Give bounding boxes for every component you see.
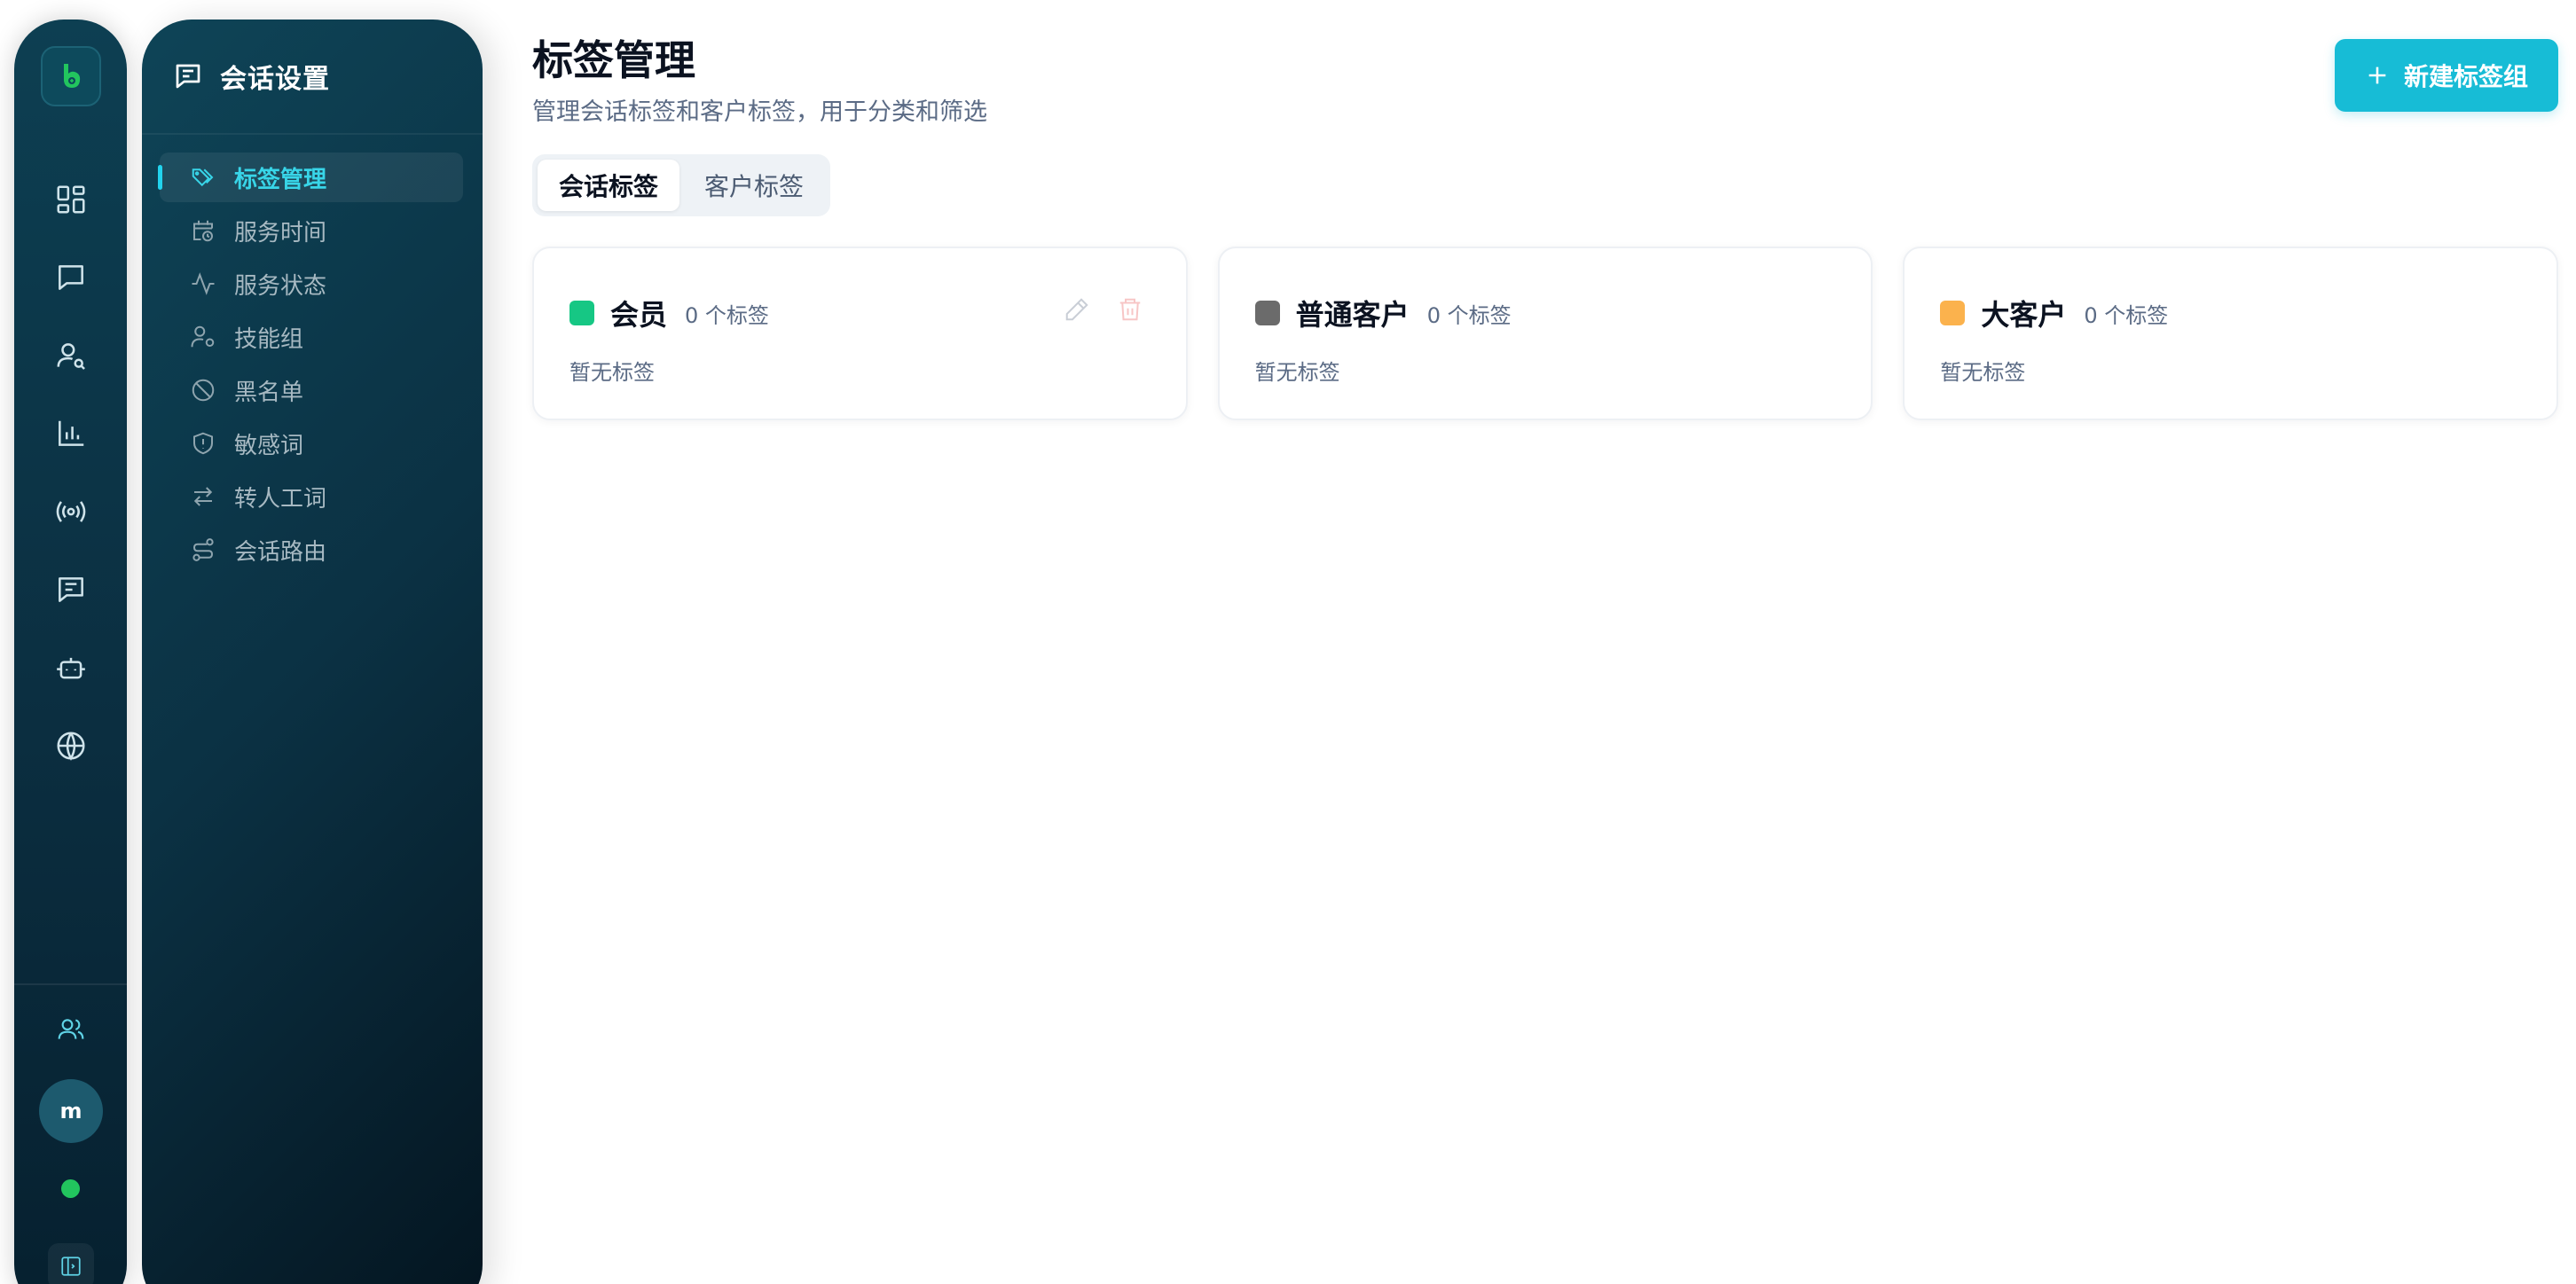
avatar[interactable]: m [39, 1079, 103, 1143]
tag-group-name: 会员 [610, 298, 668, 332]
sidebar-item-label: 黑名单 [234, 379, 304, 406]
message-settings-icon [176, 64, 200, 89]
card-actions [1064, 296, 1143, 323]
chat-bubble-icon[interactable] [43, 250, 98, 305]
tag-count: 0 个标签 [1426, 302, 1512, 328]
settings-sidebar: 会话设置 标签管理 服务时间 服务状态 技能组 黑名单 敏感词 转人工词 会话路… [142, 20, 483, 1284]
sidebar-item-session-routing[interactable]: 会话路由 [160, 525, 463, 575]
bar-chart-icon[interactable] [43, 406, 98, 461]
rail-divider [14, 983, 127, 985]
online-status-dot [61, 1179, 80, 1198]
tag-type-tabs: 会话标签 客户标签 [532, 154, 831, 216]
activity-icon [192, 272, 215, 295]
globe-icon[interactable] [43, 718, 98, 773]
icon-rail: m [14, 20, 127, 1284]
user-cog-icon [191, 325, 215, 348]
delete-icon[interactable] [1117, 296, 1143, 323]
tag-count: 0 个标签 [2084, 302, 2169, 328]
new-tag-group-button[interactable]: 新建标签组 [2335, 39, 2558, 112]
sidebar-item-sensitive-words[interactable]: 敏感词 [160, 419, 463, 468]
dashboard-grid-icon[interactable] [43, 172, 98, 227]
sidebar-divider [142, 133, 483, 135]
app-logo-icon[interactable] [41, 46, 101, 106]
tab-session-tags[interactable]: 会话标签 [538, 160, 680, 211]
broadcast-icon[interactable] [43, 484, 98, 539]
empty-tags-text: 暂无标签 [1940, 360, 2026, 385]
sidebar-item-label: 服务状态 [234, 272, 327, 300]
calendar-clock-icon [193, 220, 213, 242]
sidebar-item-label: 转人工词 [234, 485, 327, 513]
sidebar-item-skill-groups[interactable]: 技能组 [160, 312, 463, 362]
tab-customer-tags[interactable]: 客户标签 [683, 160, 825, 211]
tag-count: 0 个标签 [685, 302, 769, 328]
arrows-swap-icon [193, 487, 213, 506]
message-square-icon[interactable] [43, 562, 98, 617]
users-icon[interactable] [43, 1002, 98, 1057]
page-subtitle: 管理会话标签和客户标签，用于分类和筛选 [532, 98, 987, 126]
empty-tags-text: 暂无标签 [1254, 360, 1340, 385]
empty-tags-text: 暂无标签 [569, 360, 655, 385]
sidebar-item-label: 技能组 [234, 325, 304, 353]
ban-icon [192, 379, 215, 402]
tag-group-card-regular-customer: 普通客户 0 个标签 暂无标签 [1217, 247, 1873, 420]
tag-group-card-member: 会员 0 个标签 暂无标签 [532, 247, 1188, 420]
tag-group-card-key-account: 大客户 0 个标签 暂无标签 [1903, 247, 2559, 420]
tag-group-list: 会员 0 个标签 暂无标签 普通客户 0 个标签 暂无标签 大客户 0 个标签 … [532, 247, 2559, 420]
tag-group-name: 大客户 [1981, 298, 2067, 332]
plus-icon [2368, 67, 2386, 84]
sidebar-item-blacklist[interactable]: 黑名单 [160, 365, 463, 415]
tag-group-name: 普通客户 [1295, 298, 1410, 332]
sidebar-item-service-status[interactable]: 服务状态 [160, 259, 463, 309]
user-search-icon[interactable] [43, 328, 98, 383]
new-tag-group-label: 新建标签组 [2403, 62, 2528, 91]
main-content: 标签管理 管理会话标签和客户标签，用于分类和筛选 新建标签组 会话标签 客户标签… [532, 0, 2576, 1284]
sidebar-header: 会话设置 [172, 57, 330, 96]
edit-icon[interactable] [1064, 296, 1090, 323]
robot-icon[interactable] [43, 640, 98, 695]
sidebar-item-service-hours[interactable]: 服务时间 [160, 206, 463, 255]
group-color-swatch [1940, 301, 1966, 325]
sidebar-item-transfer-words[interactable]: 转人工词 [160, 472, 463, 521]
sidebar-title: 会话设置 [220, 64, 330, 95]
sidebar-toggle-icon[interactable] [48, 1243, 94, 1284]
tags-icon [192, 168, 214, 187]
sidebar-item-label: 标签管理 [234, 166, 327, 193]
sidebar-item-label: 服务时间 [234, 219, 327, 247]
sidebar-item-label: 敏感词 [234, 432, 304, 459]
route-icon [192, 538, 214, 561]
group-color-swatch [569, 301, 594, 325]
sidebar-item-label: 会话路由 [234, 538, 327, 566]
sidebar-item-tag-management[interactable]: 标签管理 [158, 153, 463, 202]
group-color-swatch [1254, 301, 1280, 325]
page-title: 标签管理 [532, 36, 695, 84]
shield-icon [193, 432, 213, 455]
